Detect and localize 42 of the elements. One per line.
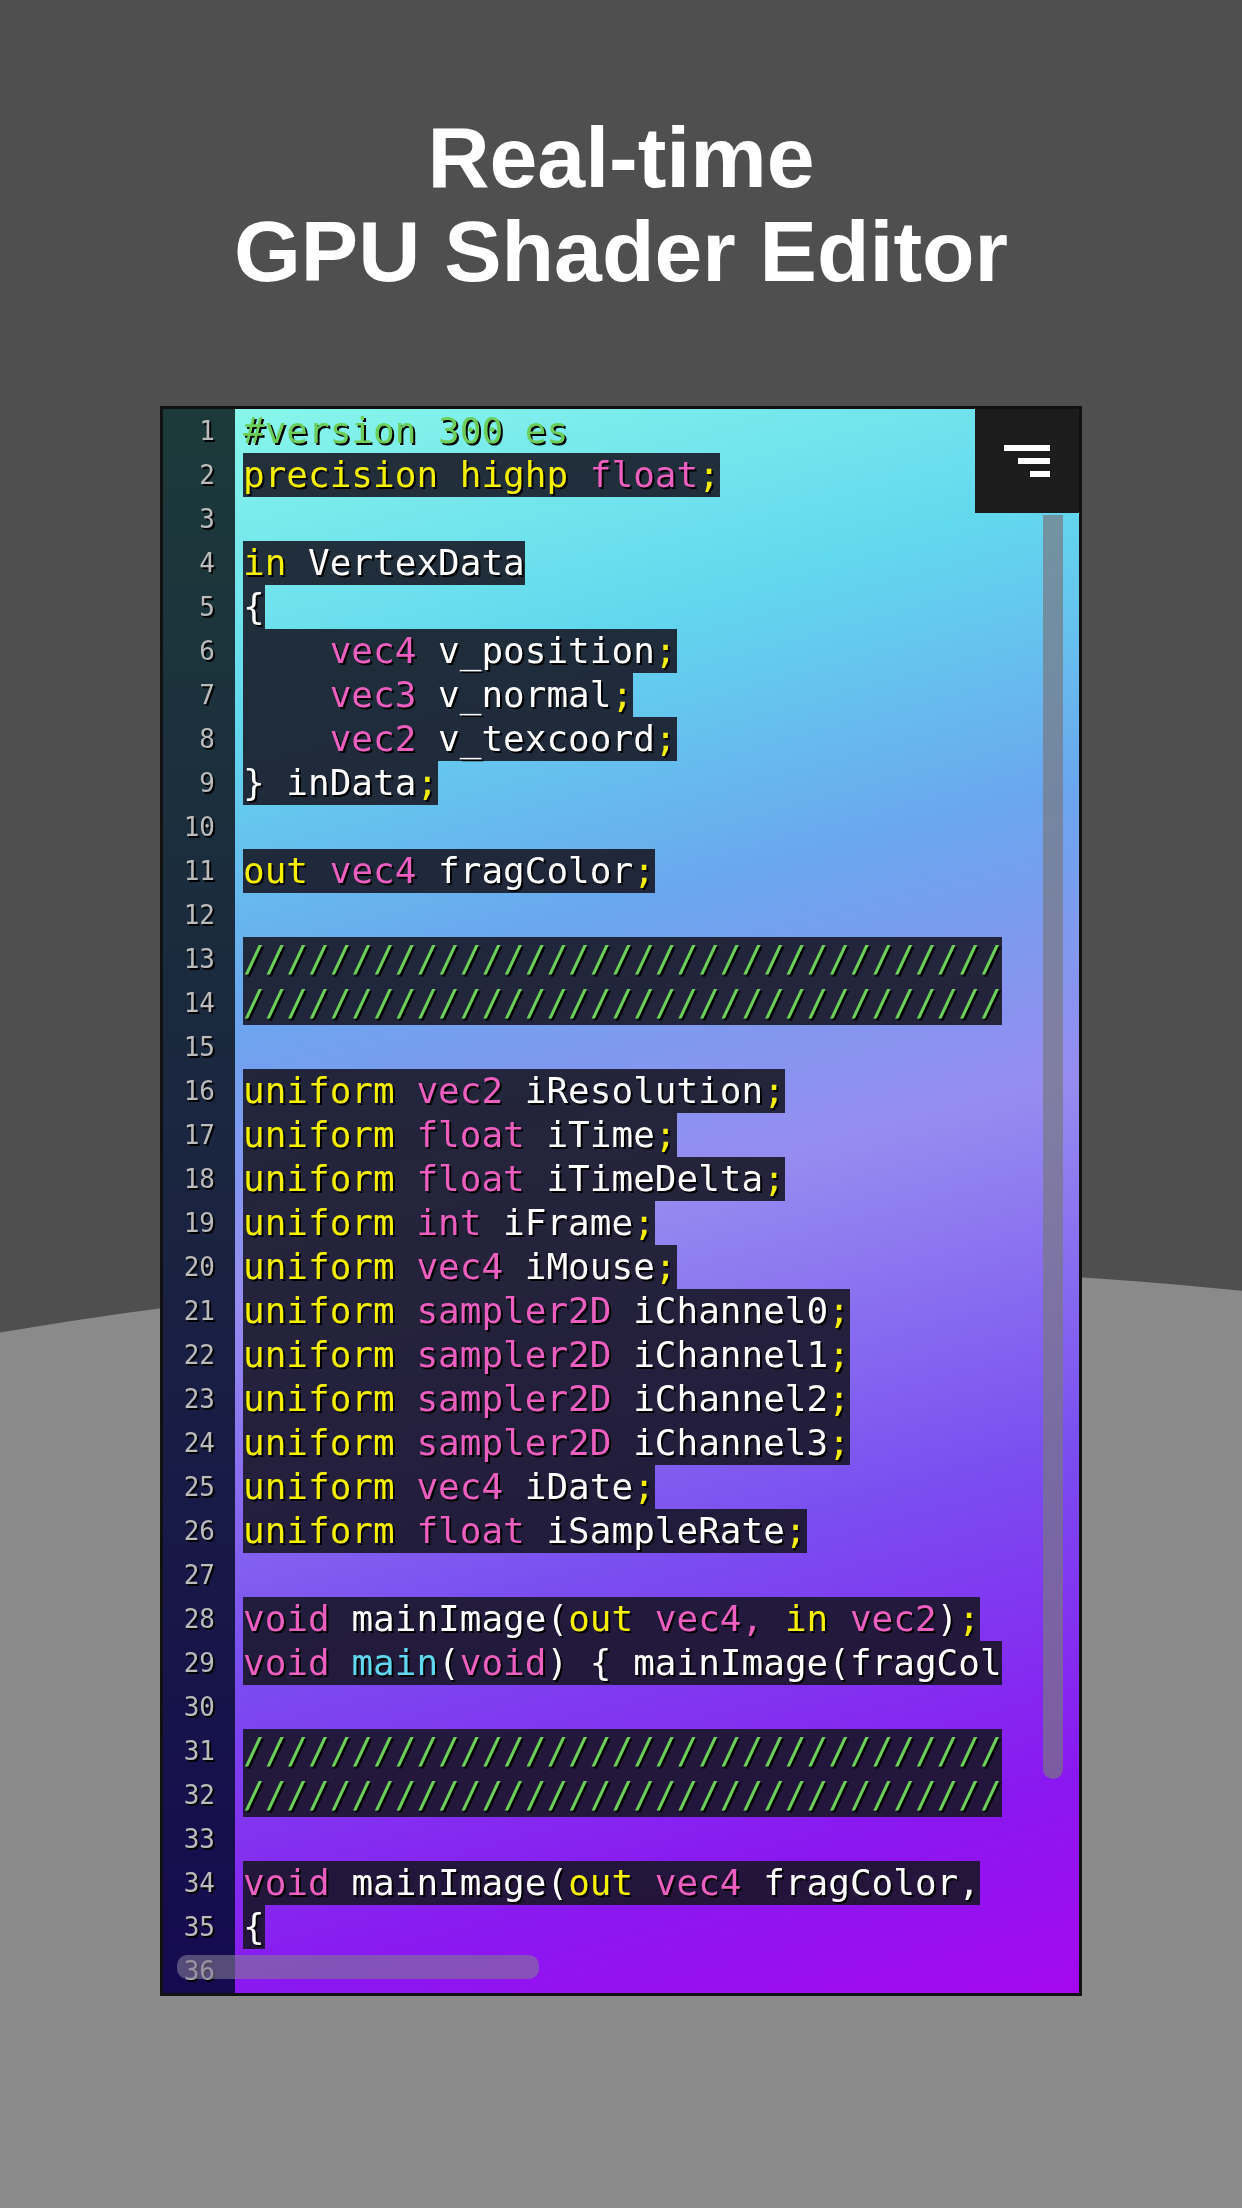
line-number: 30 — [182, 1692, 215, 1722]
line-number: 32 — [182, 1780, 215, 1810]
line-number: 2 — [198, 460, 215, 490]
line-number: 36 — [182, 1956, 215, 1986]
line-number: 17 — [182, 1120, 215, 1150]
line-number: 31 — [182, 1736, 215, 1766]
line-number: 11 — [182, 856, 215, 886]
line-number: 19 — [182, 1208, 215, 1238]
line-number: 28 — [182, 1604, 215, 1634]
horizontal-scrollbar[interactable] — [177, 1955, 539, 1979]
line-number: 14 — [182, 988, 215, 1018]
menu-icon — [1004, 443, 1050, 479]
line-number: 9 — [198, 768, 215, 798]
line-number: 23 — [182, 1384, 215, 1414]
line-number: 21 — [182, 1296, 215, 1326]
line-number: 33 — [182, 1824, 215, 1854]
headline: GPU Shader Editor — [233, 204, 1009, 298]
line-number: 20 — [182, 1252, 215, 1282]
line-number: 12 — [182, 900, 215, 930]
line-number: 8 — [198, 724, 215, 754]
line-number: 1 — [198, 416, 215, 446]
line-number: 34 — [182, 1868, 215, 1898]
line-number: 29 — [182, 1648, 215, 1678]
line-number: 10 — [182, 812, 215, 842]
line-number: 13 — [182, 944, 215, 974]
line-number: 27 — [182, 1560, 215, 1590]
line-number: 4 — [198, 548, 215, 578]
line-number: 25 — [182, 1472, 215, 1502]
line-number: 7 — [198, 680, 215, 710]
line-number: 3 — [198, 504, 215, 534]
line-number: 26 — [182, 1516, 215, 1546]
menu-button[interactable] — [975, 409, 1079, 513]
line-number: 16 — [182, 1076, 215, 1106]
line-number: 6 — [198, 636, 215, 666]
line-number: 18 — [182, 1164, 215, 1194]
line-number: 24 — [182, 1428, 215, 1458]
line-number: 15 — [182, 1032, 215, 1062]
line-number: 22 — [182, 1340, 215, 1370]
line-number: 5 — [198, 592, 215, 622]
line-number: 35 — [182, 1912, 215, 1942]
headline: Real-time — [427, 110, 815, 204]
vertical-scrollbar[interactable] — [1043, 515, 1063, 1779]
